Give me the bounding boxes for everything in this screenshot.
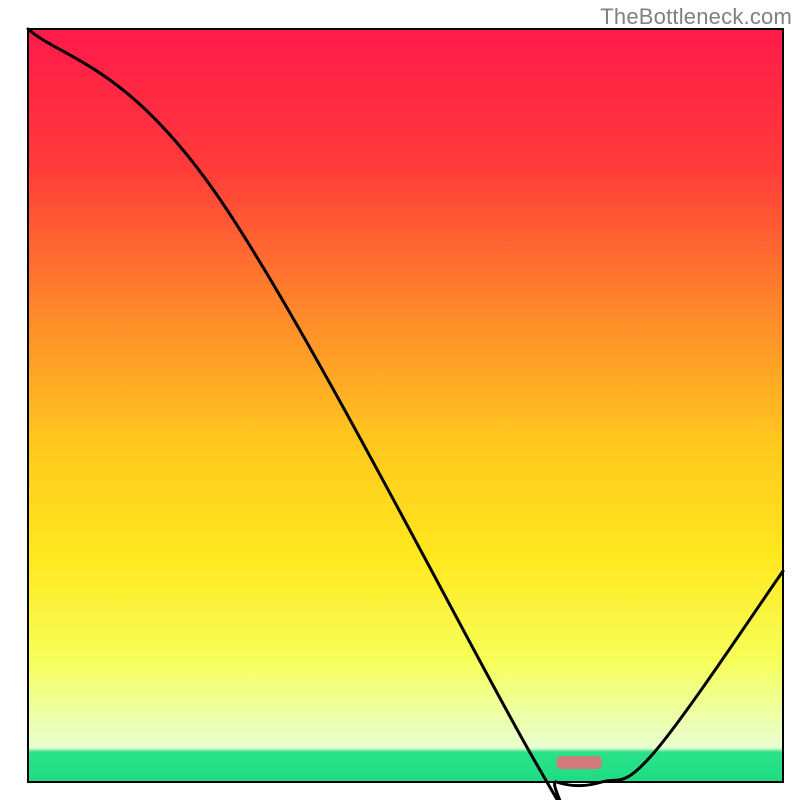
chart-root: TheBottleneck.com — [0, 0, 800, 800]
optimum-marker — [557, 756, 602, 769]
watermark-text: TheBottleneck.com — [600, 4, 792, 30]
gradient-background — [28, 29, 783, 782]
bottleneck-chart — [0, 0, 800, 800]
